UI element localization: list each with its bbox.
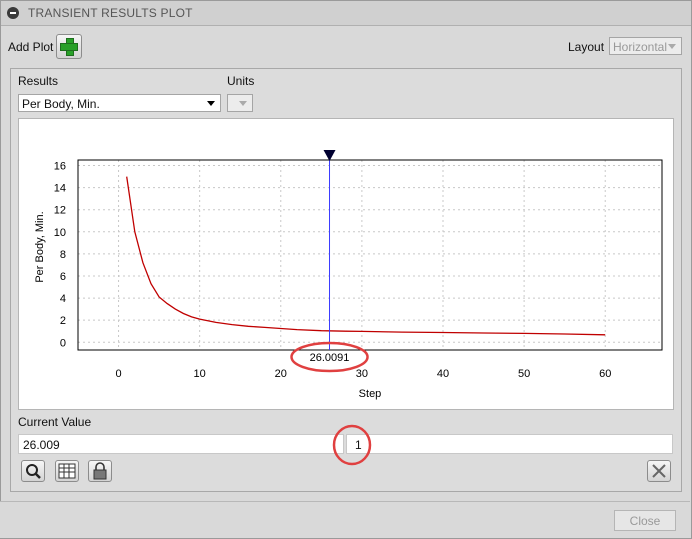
layout-value: Horizontal xyxy=(613,40,668,54)
current-value-label: Current Value xyxy=(18,415,92,429)
chevron-down-icon xyxy=(668,44,676,49)
plot-frame xyxy=(77,159,663,351)
y-tick-label: 6 xyxy=(60,271,66,283)
units-label: Units xyxy=(227,74,255,88)
x-tick-label: 30 xyxy=(356,368,368,380)
chevron-down-icon xyxy=(207,101,215,106)
window-title: TRANSIENT RESULTS PLOT xyxy=(28,6,193,20)
results-value: Per Body, Min. xyxy=(22,97,100,111)
chevron-down-icon xyxy=(239,101,247,106)
results-label: Results xyxy=(18,74,59,88)
y-tick-label: 2 xyxy=(60,315,66,327)
y-tick-label: 12 xyxy=(54,205,66,217)
y-tick-label: 10 xyxy=(54,227,66,239)
cursor-marker-icon[interactable] xyxy=(323,150,336,161)
x-tick-label: 20 xyxy=(275,368,287,380)
x-tick-label: 50 xyxy=(518,368,530,380)
current-value-text: 26.009 xyxy=(23,438,60,452)
x-tick-label: 40 xyxy=(437,368,449,380)
collapse-icon[interactable] xyxy=(7,7,19,19)
x-axis-label: Step xyxy=(359,388,382,400)
add-plot-label: Add Plot xyxy=(8,40,54,54)
y-axis-label: Per Body, Min. xyxy=(34,211,46,282)
chart-grid xyxy=(78,160,662,350)
chart-area: 0 10 20 30 40 50 60 0 2 4 6 8 10 12 14 16 26.0091 Step … xyxy=(18,118,674,410)
x-tick-label: 10 xyxy=(194,368,206,380)
units-select[interactable] xyxy=(227,94,253,112)
x-tick-label: 0 xyxy=(115,368,121,380)
zoom-icon xyxy=(26,464,41,479)
y-tick-label: 4 xyxy=(60,293,66,305)
footer-bar xyxy=(0,501,690,538)
axis-ticks: 0 10 20 30 40 50 60 0 2 4 6 8 10 12 14 16 xyxy=(54,161,612,380)
current-step-field[interactable]: 1 xyxy=(346,434,673,454)
current-value-field[interactable]: 26.009 xyxy=(18,434,344,454)
lock-icon xyxy=(93,462,107,480)
table-icon xyxy=(58,463,76,479)
add-plot-button[interactable] xyxy=(56,34,82,59)
y-tick-label: 8 xyxy=(60,249,66,261)
layout-select[interactable]: Horizontal xyxy=(609,37,682,55)
step-highlight xyxy=(332,424,372,466)
transient-plot[interactable]: 0 10 20 30 40 50 600246810121416 26.0091 Step … xyxy=(19,119,673,409)
highlight-ring xyxy=(332,424,372,466)
lock-button[interactable] xyxy=(88,460,112,482)
y-tick-label: 0 xyxy=(60,337,66,349)
clear-icon xyxy=(652,464,666,478)
x-tick-label: 60 xyxy=(599,368,611,380)
table-button[interactable] xyxy=(55,460,79,482)
zoom-button[interactable] xyxy=(21,460,45,482)
title-bar: TRANSIENT RESULTS PLOT xyxy=(1,1,691,26)
series-line xyxy=(126,176,606,336)
clear-button[interactable] xyxy=(647,460,671,482)
y-tick-label: 16 xyxy=(54,161,66,173)
y-tick-label: 14 xyxy=(54,183,66,195)
results-select[interactable]: Per Body, Min. xyxy=(18,94,221,112)
close-button[interactable]: Close xyxy=(614,510,676,531)
layout-label: Layout xyxy=(568,40,605,54)
cursor-value-label: 26.0091 xyxy=(310,352,350,364)
